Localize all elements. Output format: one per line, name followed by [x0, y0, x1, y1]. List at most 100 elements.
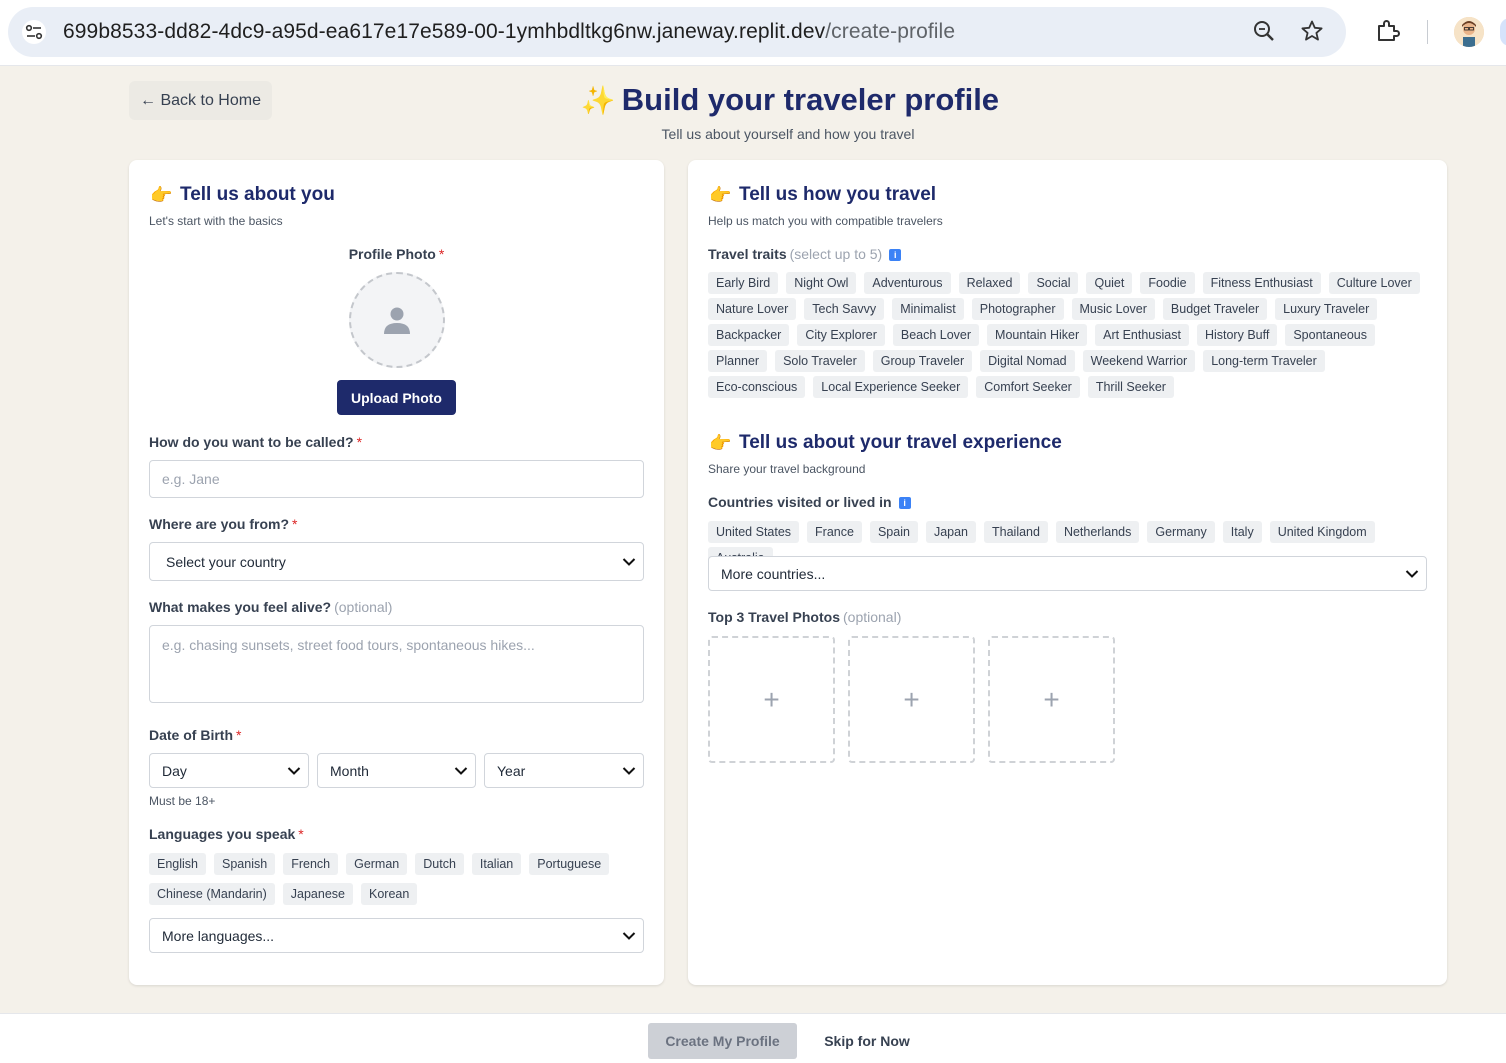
travel-trait-chip[interactable]: Digital Nomad	[980, 350, 1075, 372]
country-chip[interactable]: France	[807, 521, 862, 543]
dob-month-select[interactable]: Month	[317, 753, 476, 788]
language-chip[interactable]: French	[283, 853, 339, 875]
upload-photo-button[interactable]: Upload Photo	[337, 380, 456, 415]
travel-trait-chip[interactable]: Nature Lover	[708, 298, 797, 320]
travel-trait-chip[interactable]: Thrill Seeker	[1087, 376, 1174, 398]
travel-trait-chip[interactable]: Group Traveler	[872, 350, 973, 372]
country-chip[interactable]: Germany	[1147, 521, 1215, 543]
travel-trait-chip[interactable]: Comfort Seeker	[976, 376, 1080, 398]
travel-trait-chip[interactable]: City Explorer	[797, 324, 885, 346]
name-label-text: How do you want to be called?	[149, 434, 354, 450]
about-you-card: 👉 Tell us about you Let's start with the …	[129, 160, 664, 985]
side-panel-button[interactable]	[1500, 18, 1506, 46]
country-chip[interactable]: Japan	[925, 521, 976, 543]
travel-trait-chip[interactable]: Minimalist	[892, 298, 964, 320]
travel-trait-chip[interactable]: Night Owl	[786, 272, 857, 294]
travel-card: 👉 Tell us how you travel Help us match yo…	[688, 160, 1447, 985]
more-languages-value: More languages...	[162, 927, 275, 944]
travel-photo-slot-3[interactable]: +	[988, 636, 1115, 763]
toolbar-divider	[1427, 20, 1428, 44]
more-languages-select[interactable]: More languages...	[149, 918, 644, 953]
travel-trait-chip[interactable]: Budget Traveler	[1162, 298, 1268, 320]
language-chip[interactable]: Korean	[361, 883, 418, 905]
travel-trait-chip[interactable]: Art Enthusiast	[1095, 324, 1189, 346]
language-chip[interactable]: Portuguese	[529, 853, 610, 875]
travel-trait-chip[interactable]: Photographer	[971, 298, 1064, 320]
travel-photos-label: Top 3 Travel Photos (optional)	[708, 609, 901, 625]
address-bar[interactable]: 699b8533-dd82-4dc9-a95d-ea617e17e589-00-…	[8, 7, 1346, 57]
profile-photo-placeholder[interactable]	[349, 272, 445, 368]
country-chip[interactable]: Spain	[869, 521, 918, 543]
travel-trait-chip[interactable]: Beach Lover	[892, 324, 980, 346]
browser-toolbar: 699b8533-dd82-4dc9-a95d-ea617e17e589-00-…	[0, 0, 1506, 66]
travel-trait-chip[interactable]: Early Bird	[708, 272, 779, 294]
traits-limit-note: (select up to 5)	[789, 246, 883, 262]
country-select[interactable]: Select your country	[149, 542, 644, 581]
info-icon[interactable]: i	[898, 497, 911, 509]
language-chip[interactable]: German	[346, 853, 408, 875]
about-you-title-text: Tell us about you	[180, 184, 335, 205]
travel-trait-chip[interactable]: Adventurous	[864, 272, 951, 294]
country-chip[interactable]: Thailand	[984, 521, 1048, 543]
country-chip[interactable]: United States	[708, 521, 800, 543]
country-chip[interactable]: Netherlands	[1055, 521, 1140, 543]
required-mark: *	[236, 727, 242, 743]
info-icon[interactable]: i	[889, 249, 902, 261]
create-profile-button[interactable]: Create My Profile	[648, 1023, 797, 1059]
profile-avatar[interactable]	[1454, 17, 1484, 47]
dob-day-select[interactable]: Day	[149, 753, 309, 788]
travel-trait-chip[interactable]: Weekend Warrior	[1082, 350, 1196, 372]
language-chip[interactable]: Spanish	[214, 853, 276, 875]
travel-trait-chip[interactable]: History Buff	[1196, 324, 1278, 346]
travel-photo-slot-2[interactable]: +	[848, 636, 975, 763]
travel-trait-chip[interactable]: Social	[1028, 272, 1079, 294]
travel-photo-slot-1[interactable]: +	[708, 636, 835, 763]
language-chip[interactable]: Japanese	[282, 883, 353, 905]
footer-bar: Create My Profile Skip for Now	[0, 1013, 1506, 1063]
name-input[interactable]: e.g. Jane	[149, 460, 644, 498]
travel-photos-label-text: Top 3 Travel Photos	[708, 609, 840, 625]
travel-trait-chip[interactable]: Music Lover	[1071, 298, 1155, 320]
extensions-icon[interactable]	[1373, 16, 1403, 46]
required-mark: *	[356, 434, 363, 450]
chevron-down-icon	[622, 931, 636, 940]
site-settings-icon[interactable]	[22, 20, 46, 44]
travel-trait-chip[interactable]: Quiet	[1086, 272, 1133, 294]
profile-photo-label: Profile Photo *	[129, 246, 664, 262]
chevron-down-icon	[454, 766, 468, 775]
bookmark-star-icon[interactable]	[1297, 16, 1327, 46]
feel-alive-textarea[interactable]: e.g. chasing sunsets, street food tours,…	[149, 625, 644, 703]
travel-trait-chip[interactable]: Local Experience Seeker	[813, 376, 969, 398]
travel-trait-chip[interactable]: Luxury Traveler	[1275, 298, 1378, 320]
pointing-hand-icon: 👉	[150, 184, 173, 205]
travel-trait-chip[interactable]: Backpacker	[708, 324, 790, 346]
language-chip[interactable]: Chinese (Mandarin)	[149, 883, 275, 905]
dob-label-text: Date of Birth	[149, 727, 233, 743]
travel-trait-chip[interactable]: Culture Lover	[1328, 272, 1420, 294]
dob-year-select[interactable]: Year	[484, 753, 644, 788]
plus-icon: +	[763, 683, 780, 715]
travel-trait-chip[interactable]: Relaxed	[958, 272, 1021, 294]
chevron-down-icon	[622, 766, 636, 775]
country-chip[interactable]: United Kingdom	[1269, 521, 1375, 543]
country-chip[interactable]: Italy	[1222, 521, 1262, 543]
travel-trait-chip[interactable]: Eco-conscious	[708, 376, 806, 398]
travel-trait-chip[interactable]: Solo Traveler	[775, 350, 865, 372]
language-chip[interactable]: English	[149, 853, 206, 875]
travel-trait-chip[interactable]: Planner	[708, 350, 768, 372]
travel-trait-chip[interactable]: Foodie	[1140, 272, 1195, 294]
travel-trait-chip[interactable]: Fitness Enthusiast	[1202, 272, 1321, 294]
language-chip[interactable]: Italian	[471, 853, 522, 875]
travel-trait-chip[interactable]: Mountain Hiker	[987, 324, 1088, 346]
travel-style-title-text: Tell us how you travel	[739, 184, 937, 205]
skip-for-now-button[interactable]: Skip for Now	[820, 1023, 914, 1059]
travel-trait-chip[interactable]: Spontaneous	[1285, 324, 1376, 346]
chevron-down-icon	[287, 766, 301, 775]
language-chip[interactable]: Dutch	[415, 853, 464, 875]
travel-trait-chips: Early Bird Night Owl Adventurous Relaxed Soc…	[708, 272, 1428, 398]
url-text[interactable]: 699b8533-dd82-4dc9-a95d-ea617e17e589-00-…	[63, 20, 955, 44]
travel-trait-chip[interactable]: Tech Savvy	[804, 298, 885, 320]
zoom-icon[interactable]	[1249, 16, 1279, 46]
travel-trait-chip[interactable]: Long-term Traveler	[1203, 350, 1325, 372]
more-countries-select[interactable]: More countries...	[708, 556, 1427, 591]
